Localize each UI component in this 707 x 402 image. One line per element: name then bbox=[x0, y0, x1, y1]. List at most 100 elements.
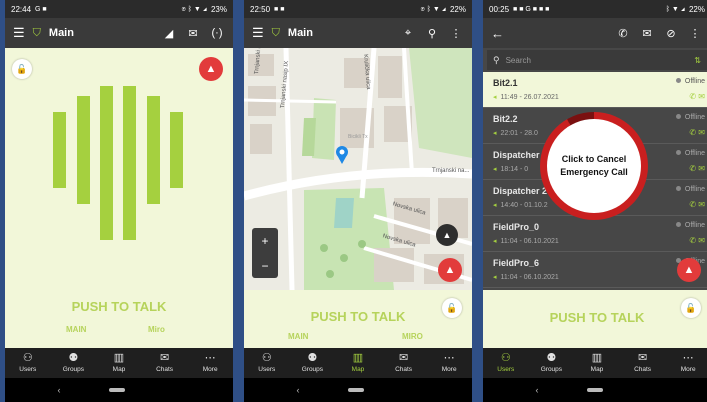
back-arrow-icon[interactable]: ← bbox=[491, 26, 504, 41]
push-to-talk-area[interactable]: 🔓 PUSH TO TALK MAIN MIRO bbox=[244, 290, 472, 348]
user-actions[interactable]: ✆ ✉ bbox=[689, 236, 705, 245]
nav-chats[interactable]: ✉ Chats bbox=[381, 348, 427, 378]
phone-screen-main: 22:44 G ■ ◉ ᛒ ▼ ◢ 23% ☰ ⛉ Main ◢ ✉ (·) 🔓… bbox=[5, 0, 233, 402]
home-pill[interactable] bbox=[108, 388, 125, 392]
overflow-menu-icon[interactable]: ⋮ bbox=[448, 27, 464, 40]
ptt-channel: MAIN bbox=[288, 332, 309, 341]
phone-screen-map: 22:50 ■ ■ ◉ ᛒ ▼ ◢ 22% ☰ ⛉ Main ⌖ ⚲ ⋮ Trn… bbox=[244, 0, 472, 402]
back-icon[interactable]: ‹ bbox=[297, 385, 300, 395]
status-bar: 22:44 G ■ ◉ ᛒ ▼ ◢ 23% bbox=[5, 0, 233, 18]
search-input[interactable]: Search bbox=[506, 56, 531, 65]
system-nav-bar: ‹ bbox=[483, 378, 707, 402]
user-status: Offline bbox=[675, 78, 705, 85]
users-icon: ⚇ bbox=[261, 352, 272, 364]
user-row[interactable]: FieldPro_6 ◂11:04 - 06.10.2021 Offline bbox=[483, 252, 707, 288]
status-bar: 00:25 ■ ■ G ■ ■ ■ ᛒ ▼ ◢ 22% bbox=[483, 0, 707, 18]
back-icon[interactable]: ‹ bbox=[58, 385, 61, 395]
push-to-talk-area[interactable]: 🔓 ▲ PUSH TO TALK MAIN Miro bbox=[5, 48, 233, 348]
nav-more[interactable]: ⋯ More bbox=[426, 348, 472, 378]
app-bar: ← ✆ ✉ ⊘ ⋮ bbox=[483, 18, 707, 48]
signal-icon: ◉ ᛒ ▼ ◢ bbox=[420, 5, 446, 13]
user-last-seen: ◂ 18:14 - 0 bbox=[493, 166, 529, 173]
zoom-control: + − bbox=[252, 228, 278, 278]
user-name: FieldPro_6 bbox=[493, 258, 540, 268]
status-bar: 22:50 ■ ■ ◉ ᛒ ▼ ◢ 22% bbox=[244, 0, 472, 18]
emergency-button[interactable]: ▲ bbox=[438, 258, 462, 282]
home-pill[interactable] bbox=[347, 388, 364, 392]
ptt-user: Miro bbox=[148, 325, 165, 334]
user-actions[interactable]: ✆ ✉ bbox=[689, 164, 705, 173]
nav-users[interactable]: ⚇ Users bbox=[483, 348, 529, 378]
nav-chats[interactable]: ✉ Chats bbox=[142, 348, 188, 378]
phone-screen-users: 00:25 ■ ■ G ■ ■ ■ ᛒ ▼ ◢ 22% ← ✆ ✉ ⊘ ⋮ ⚲ … bbox=[483, 0, 707, 402]
more-icon: ⋯ bbox=[443, 352, 455, 364]
user-last-seen: ◂ 11:49 - 26.07.2021 bbox=[493, 94, 559, 101]
user-name: Bit2.1 bbox=[493, 78, 518, 88]
nav-map[interactable]: ▥ Map bbox=[335, 348, 381, 378]
user-status: Offline bbox=[675, 186, 705, 193]
mail-icon[interactable]: ✉ bbox=[639, 27, 655, 40]
mute-icon[interactable]: ⊘ bbox=[663, 27, 679, 40]
user-name: FieldPro_0 bbox=[493, 222, 540, 232]
location-pin-icon[interactable]: ⚲ bbox=[424, 27, 440, 40]
sound-bar bbox=[123, 86, 136, 240]
sound-bar bbox=[53, 112, 66, 188]
zoom-out-button[interactable]: − bbox=[261, 259, 268, 273]
sound-bar bbox=[100, 86, 113, 240]
user-actions[interactable]: ✆ ✉ bbox=[689, 128, 705, 137]
cancel-emergency-button[interactable]: Click to Cancel Emergency Call bbox=[547, 119, 641, 213]
push-to-talk-area[interactable]: 🔓 PUSH TO TALK bbox=[483, 290, 707, 348]
map-icon: ▥ bbox=[113, 352, 125, 364]
lock-icon[interactable]: 🔓 bbox=[12, 59, 32, 79]
locate-icon[interactable]: ⌖ bbox=[400, 27, 416, 40]
user-row[interactable]: FieldPro_0 ◂ 11:04 - 06.10.2021 Offline ✆… bbox=[483, 216, 707, 252]
nav-groups[interactable]: ⚉ Groups bbox=[529, 348, 575, 378]
back-icon[interactable]: ‹ bbox=[536, 385, 539, 395]
broadcast-icon[interactable]: (·) bbox=[209, 27, 225, 39]
emergency-button[interactable]: ▲ bbox=[677, 258, 701, 282]
push-to-talk-label: PUSH TO TALK bbox=[310, 309, 406, 324]
groups-icon: ⚉ bbox=[68, 352, 79, 364]
user-last-seen: ◂ 22:01 - 28.0 bbox=[493, 130, 538, 137]
nav-map[interactable]: ▥ Map bbox=[574, 348, 620, 378]
speaker-icon: ◂ bbox=[493, 166, 497, 173]
nav-users[interactable]: ⚇ Users bbox=[5, 348, 51, 378]
cancel-emergency-line1: Click to Cancel bbox=[561, 154, 627, 164]
nav-more[interactable]: ⋯ More bbox=[665, 348, 707, 378]
user-status: Offline bbox=[675, 222, 705, 229]
app-bar: ☰ ⛉ Main ⌖ ⚲ ⋮ bbox=[244, 18, 472, 48]
users-icon: ⚇ bbox=[22, 352, 33, 364]
nav-users[interactable]: ⚇ Users bbox=[244, 348, 290, 378]
more-icon: ⋯ bbox=[204, 352, 216, 364]
ptt-user: MIRO bbox=[402, 332, 423, 341]
nav-groups[interactable]: ⚉ Groups bbox=[290, 348, 336, 378]
signal-icon: ᛒ ▼ ◢ bbox=[665, 5, 685, 13]
nav-more[interactable]: ⋯ More bbox=[187, 348, 233, 378]
warning-icon: ▲ bbox=[205, 63, 217, 75]
menu-icon[interactable]: ☰ bbox=[13, 25, 25, 41]
mail-icon[interactable]: ✉ bbox=[185, 27, 201, 40]
user-actions[interactable]: ✆ ✉ bbox=[689, 200, 705, 209]
nav-map[interactable]: ▥ Map bbox=[96, 348, 142, 378]
map-view[interactable]: Trnjanski nasip X Trnjanski nasip IX Kru… bbox=[244, 48, 472, 290]
poi-label: Bicikli Tx bbox=[348, 134, 368, 140]
nav-chats[interactable]: ✉ Chats bbox=[620, 348, 666, 378]
sound-bar bbox=[170, 112, 183, 188]
user-row[interactable]: Bit2.1 ◂ 11:49 - 26.07.2021 Offline ✆ ✉ bbox=[483, 72, 707, 108]
sort-icon[interactable]: ⇅ bbox=[694, 56, 701, 65]
emergency-button[interactable]: ▲ bbox=[199, 57, 223, 81]
home-pill[interactable] bbox=[586, 388, 603, 392]
signal-icon: ◉ ᛒ ▼ ◢ bbox=[181, 5, 207, 13]
speaker-icon: ◂ bbox=[493, 94, 497, 101]
menu-icon[interactable]: ☰ bbox=[252, 25, 264, 41]
compass-button[interactable]: ▲ bbox=[436, 224, 458, 246]
user-name: Dispatcher bbox=[493, 150, 540, 160]
zoom-in-button[interactable]: + bbox=[261, 234, 268, 248]
user-actions[interactable]: ✆ ✉ bbox=[689, 92, 705, 101]
overflow-menu-icon[interactable]: ⋮ bbox=[687, 27, 703, 40]
battery-level: 22% bbox=[449, 4, 466, 14]
nav-groups[interactable]: ⚉ Groups bbox=[51, 348, 97, 378]
phone-icon[interactable]: ✆ bbox=[615, 27, 631, 40]
bottom-nav: ⚇ Users ⚉ Groups ▥ Map ✉ Chats ⋯ More bbox=[244, 348, 472, 378]
push-to-talk-label: PUSH TO TALK bbox=[549, 310, 645, 325]
